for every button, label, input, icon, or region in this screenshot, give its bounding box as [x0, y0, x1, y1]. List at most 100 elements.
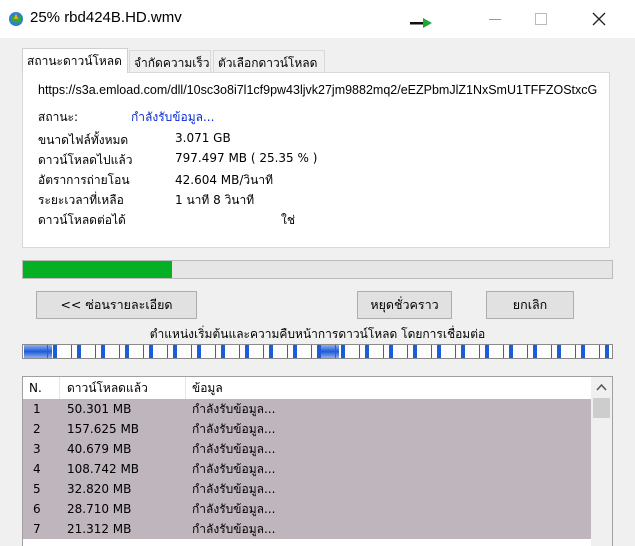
file-size-value: 3.071 GB [175, 131, 231, 145]
download-url: https://s3a.emload.com/dll/10sc3o8i7l1cf… [38, 83, 598, 97]
connection-progress-segment [269, 345, 273, 358]
row-number: 3 [33, 442, 41, 456]
connection-progress-segment [125, 345, 129, 358]
connection-progress-segment [77, 345, 81, 358]
connection-start-tick [47, 345, 48, 358]
maximize-icon [535, 13, 547, 25]
connection-start-tick [431, 345, 432, 358]
connection-start-tick [407, 345, 408, 358]
hide-details-button[interactable]: << ซ่อนรายละเอียด [36, 291, 197, 319]
row-downloaded: 32.820 MB [67, 482, 132, 496]
connection-start-tick [191, 345, 192, 358]
connection-start-tick [527, 345, 528, 358]
connections-label: ตำแหน่งเริ่มต้นและความคืบหน้าการดาวน์โหล… [149, 327, 486, 341]
row-info: กำลังรับข้อมูล... [192, 462, 276, 476]
row-number: 4 [33, 462, 41, 476]
row-number: 6 [33, 502, 41, 516]
downloaded-label: ดาวน์โหลดไปแล้ว [38, 153, 133, 167]
connection-start-tick [383, 345, 384, 358]
table-row[interactable]: 2 157.625 MB กำลังรับข้อมูล... [23, 419, 591, 439]
connection-progress-segment [173, 345, 177, 358]
status-panel: https://s3a.emload.com/dll/10sc3o8i7l1cf… [22, 72, 610, 248]
row-downloaded: 157.625 MB [67, 422, 140, 436]
connection-start-tick [479, 345, 480, 358]
connection-start-tick [167, 345, 168, 358]
connection-progress-segment [53, 345, 57, 358]
pause-button[interactable]: หยุดชั่วคราว [357, 291, 452, 319]
window-title: 25% rbd424B.HD.wmv [30, 9, 182, 26]
row-info: กำลังรับข้อมูล... [192, 502, 276, 516]
maximize-button[interactable] [518, 0, 564, 38]
vertical-scrollbar[interactable] [591, 377, 612, 546]
connection-progress-segment [389, 345, 393, 358]
row-info: กำลังรับข้อมูล... [192, 422, 276, 436]
connection-start-tick [263, 345, 264, 358]
connection-progress-segment [605, 345, 609, 358]
row-downloaded: 108.742 MB [67, 462, 140, 476]
connection-progress-segment [509, 345, 513, 358]
row-downloaded: 50.301 MB [67, 402, 132, 416]
connection-progress-segment [437, 345, 441, 358]
connection-progress-segment [533, 345, 537, 358]
table-row[interactable]: 5 32.820 MB กำลังรับข้อมูล... [23, 479, 591, 499]
table-row[interactable]: 6 28.710 MB กำลังรับข้อมูล... [23, 499, 591, 519]
column-header-info[interactable]: ข้อมูล [186, 377, 591, 399]
connection-start-tick [119, 345, 120, 358]
connections-progress-bar [22, 344, 613, 359]
connection-start-tick [95, 345, 96, 358]
table-row[interactable]: 4 108.742 MB กำลังรับข้อมูล... [23, 459, 591, 479]
table-row[interactable]: 3 40.679 MB กำลังรับข้อมูล... [23, 439, 591, 459]
tab-download-options[interactable]: ตัวเลือกดาวน์โหลด [213, 50, 325, 72]
close-button[interactable] [576, 0, 622, 38]
connection-progress-segment [293, 345, 297, 358]
connection-start-tick [143, 345, 144, 358]
connection-start-tick [287, 345, 288, 358]
tab-speed-limit[interactable]: จำกัดความเร็ว [129, 50, 211, 72]
connection-start-tick [503, 345, 504, 358]
row-info: กำลังรับข้อมูล... [192, 442, 276, 456]
transfer-rate-value: 42.604 MB/วินาที [175, 173, 274, 187]
chevron-up-icon[interactable] [596, 383, 607, 391]
resume-value: ใช่ [281, 213, 296, 227]
connection-progress-segment [101, 345, 105, 358]
connection-start-tick [239, 345, 240, 358]
row-number: 7 [33, 522, 41, 536]
transfer-rate-label: อัตราการถ่ายโอน [38, 173, 130, 187]
tab-download-status[interactable]: สถานะดาวน์โหลด [22, 48, 128, 73]
connection-start-tick [215, 345, 216, 358]
connection-start-tick [311, 345, 312, 358]
table-row[interactable]: 1 50.301 MB กำลังรับข้อมูล... [23, 399, 591, 419]
cancel-button[interactable]: ยกเลิก [486, 291, 574, 319]
connection-progress-segment [341, 345, 345, 358]
row-downloaded: 40.679 MB [67, 442, 132, 456]
green-arrow-icon [410, 18, 432, 28]
scrollbar-thumb[interactable] [593, 398, 610, 418]
connection-progress-segment [197, 345, 201, 358]
connection-start-tick [455, 345, 456, 358]
time-left-value: 1 นาที 8 วินาที [175, 193, 255, 207]
row-info: กำลังรับข้อมูล... [192, 522, 276, 536]
connection-progress-segment [557, 345, 561, 358]
column-header-downloaded[interactable]: ดาวน์โหลดแล้ว [61, 377, 186, 399]
minimize-icon [489, 19, 501, 20]
connection-start-tick [71, 345, 72, 358]
connection-progress-segment [149, 345, 153, 358]
connection-progress-segment [365, 345, 369, 358]
status-label: สถานะ: [38, 110, 79, 124]
time-left-label: ระยะเวลาที่เหลือ [38, 193, 124, 207]
connection-progress-segment [245, 345, 249, 358]
table-row[interactable]: 7 21.312 MB กำลังรับข้อมูล... [23, 519, 591, 539]
idm-globe-icon [9, 12, 23, 26]
connection-progress-segment [581, 345, 585, 358]
row-number: 5 [33, 482, 41, 496]
connection-progress-segment [461, 345, 465, 358]
connection-progress-segment [485, 345, 489, 358]
status-value: กำลังรับข้อมูล... [131, 110, 215, 124]
connection-start-tick [335, 345, 336, 358]
minimize-button[interactable] [472, 0, 518, 38]
row-info: กำลังรับข้อมูล... [192, 402, 276, 416]
progress-fill [23, 261, 173, 278]
connection-start-tick [359, 345, 360, 358]
column-header-number[interactable]: N. [23, 377, 60, 399]
download-dialog: สถานะดาวน์โหลด จำกัดความเร็ว ตัวเลือกดาว… [0, 38, 635, 546]
